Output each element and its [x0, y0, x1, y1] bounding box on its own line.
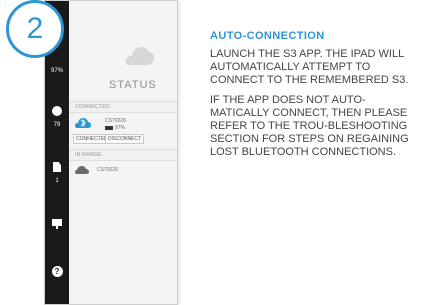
- status-title: STATUS: [109, 79, 157, 91]
- step-number: 2: [26, 12, 44, 45]
- rail-top-value: 97%: [50, 68, 63, 74]
- in-range-section-header: IN RANGE: [69, 149, 177, 161]
- rail-item-circle[interactable]: 79: [45, 103, 69, 128]
- instruction-paragraph-2: IF THE APP DOES NOT AUTO-MATICALLY CONNE…: [210, 94, 409, 158]
- instruction-paragraph-1: LAUNCH THE S3 APP. THE iPAD WILL AUTOMAT…: [210, 48, 409, 86]
- instructions: AUTO-CONNECTION LAUNCH THE S3 APP. THE i…: [210, 30, 420, 166]
- connected-section-header: CONNECTED: [69, 101, 177, 113]
- step-number-badge: 2: [6, 0, 64, 58]
- presentation-icon: [52, 219, 62, 229]
- in-range-device-name[interactable]: CS70226: [97, 167, 118, 173]
- rail-item-help[interactable]: ?: [45, 261, 69, 279]
- connected-device-battery: 97%: [115, 125, 126, 131]
- rail-item-presentation[interactable]: [45, 213, 69, 231]
- document-icon: [53, 162, 61, 172]
- connected-device-name: CS70226: [105, 118, 126, 124]
- section-heading: AUTO-CONNECTION: [210, 30, 325, 42]
- disconnect-button[interactable]: DISCONNECT: [105, 134, 145, 144]
- cloud-small-icon: [75, 166, 89, 174]
- rail-item-document[interactable]: 1: [45, 159, 69, 184]
- battery-icon: [105, 126, 113, 130]
- bluetooth-cloud-icon: [75, 118, 91, 128]
- cloud-icon: [125, 46, 155, 65]
- circle-icon: [52, 106, 62, 116]
- help-icon: ?: [51, 266, 63, 277]
- ipad-app-screenshot: 97% 79 1 ? STATUS CONNECTED CS70226 97% …: [44, 0, 178, 305]
- status-panel: STATUS CONNECTED CS70226 97% CONNECTED D…: [69, 1, 177, 304]
